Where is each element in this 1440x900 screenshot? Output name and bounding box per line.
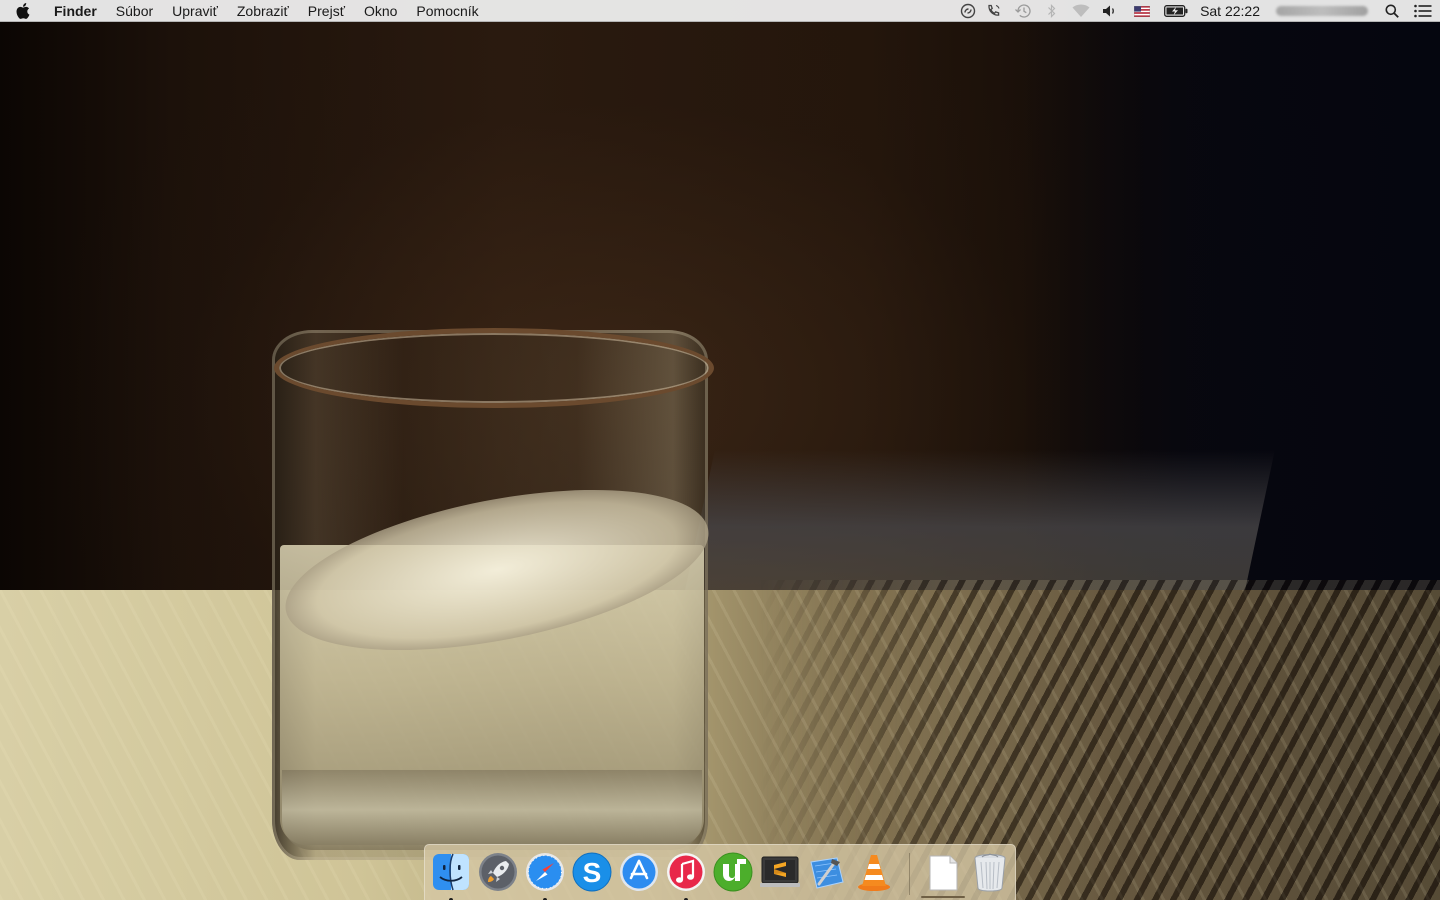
document-stack-icon [929, 855, 958, 891]
menu-pomocnik[interactable]: Pomocník [407, 0, 488, 22]
time-machine-status[interactable] [1008, 0, 1038, 22]
fast-user-switch[interactable] [1276, 6, 1368, 16]
sync-icon [960, 3, 976, 19]
dock-item-itunes[interactable] [664, 850, 708, 900]
vlc-icon [858, 855, 890, 891]
battery-icon [1164, 5, 1188, 17]
dock-item-xcode[interactable] [805, 850, 849, 894]
dock-item-trash[interactable] [968, 850, 1012, 894]
battery-status[interactable] [1160, 0, 1192, 22]
time-machine-icon [1015, 4, 1031, 18]
menu-app-finder[interactable]: Finder [46, 0, 106, 22]
menu-prejst[interactable]: Prejsť [298, 0, 354, 22]
wallpaper-far-surface [685, 450, 1275, 590]
menu-bar-left: Finder Súbor Upraviť Zobraziť Prejsť Okn… [0, 0, 488, 22]
menu-bar-status: Sat 22:22 [956, 0, 1440, 22]
wifi-icon [1072, 4, 1090, 17]
menu-okno[interactable]: Okno [354, 0, 406, 22]
safari-icon [526, 853, 564, 891]
finder-icon [433, 853, 469, 891]
skype-icon: S [572, 852, 612, 892]
input-source-status[interactable] [1124, 0, 1160, 22]
spotlight-button[interactable] [1378, 0, 1406, 22]
menu-zobrazit[interactable]: Zobraziť [227, 0, 298, 22]
menu-bar-clock[interactable]: Sat 22:22 [1192, 0, 1268, 22]
wallpaper [0, 0, 1440, 900]
dock-item-app-store[interactable] [617, 850, 661, 894]
bluetooth-icon [1048, 4, 1056, 18]
dock-item-sublime-text[interactable] [758, 850, 802, 894]
dock-item-skype[interactable]: S [570, 850, 614, 894]
notification-center-icon [1414, 4, 1432, 18]
wifi-status[interactable] [1066, 0, 1096, 22]
notification-center-button[interactable] [1406, 0, 1440, 22]
dock-item-safari[interactable] [523, 850, 567, 900]
phone-status[interactable] [980, 0, 1008, 22]
phone-icon [988, 4, 1000, 16]
wallpaper-glass-rim [274, 328, 714, 408]
sync-status[interactable] [956, 0, 980, 22]
desktop: Finder Súbor Upraviť Zobraziť Prejsť Okn… [0, 0, 1440, 900]
menu-subor[interactable]: Súbor [106, 0, 162, 22]
svg-text:S: S [583, 857, 602, 888]
sublime-text-icon [760, 856, 800, 887]
dock: S [424, 844, 1016, 900]
utorrent-icon [713, 852, 753, 892]
dock-separator [909, 853, 910, 895]
volume-status[interactable] [1096, 0, 1124, 22]
xcode-icon [810, 857, 844, 889]
menu-upravit[interactable]: Upraviť [163, 0, 228, 22]
launchpad-icon [479, 853, 517, 891]
spotlight-search-icon [1385, 4, 1399, 18]
app-store-icon [620, 853, 658, 891]
dock-item-finder[interactable] [429, 850, 473, 900]
dock-item-utorrent[interactable] [711, 850, 755, 894]
trash-icon [974, 853, 1006, 892]
menu-bar: Finder Súbor Upraviť Zobraziť Prejsť Okn… [0, 0, 1440, 22]
stack-indicator [921, 896, 965, 898]
volume-icon [1103, 5, 1114, 17]
dock-item-vlc[interactable] [852, 850, 896, 894]
wallpaper-glass-base [282, 770, 702, 850]
dock-item-documents[interactable] [921, 850, 965, 894]
apple-icon [16, 2, 30, 19]
us-flag-icon [1134, 5, 1151, 17]
apple-menu[interactable] [0, 0, 46, 22]
bluetooth-status[interactable] [1038, 0, 1066, 22]
dock-item-launchpad[interactable] [476, 850, 520, 894]
itunes-icon [667, 853, 705, 891]
